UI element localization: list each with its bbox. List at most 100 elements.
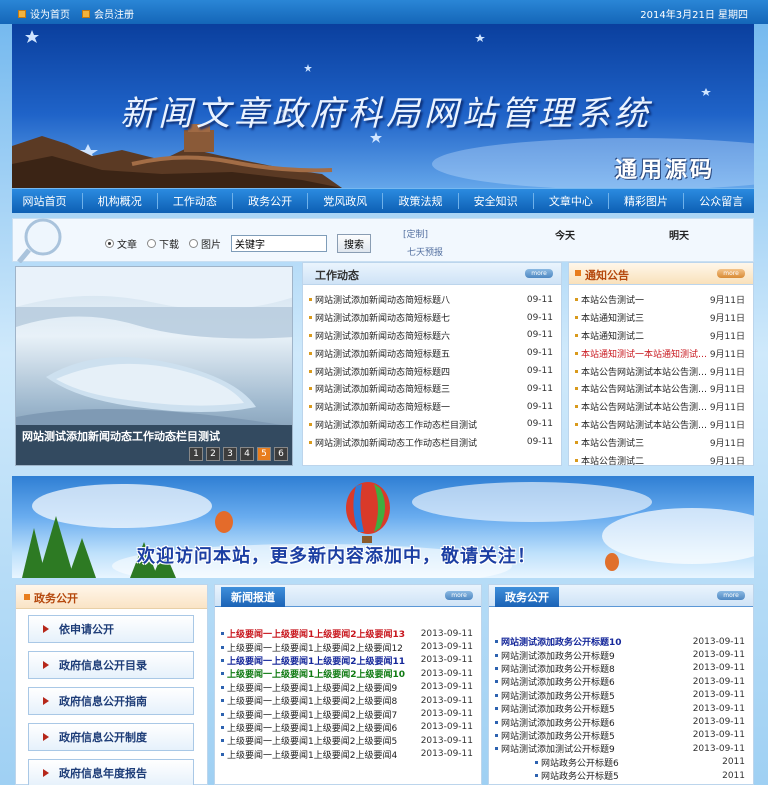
- nav-guestbook[interactable]: 公众留言: [693, 193, 749, 209]
- gov-public-item[interactable]: 网站测试添加测试公开标题9 2013-09-11: [495, 742, 745, 755]
- notice-item[interactable]: 本站通知测试一本站通知测试… 9月11日: [575, 344, 745, 362]
- news-report-item[interactable]: 上级要闻一上级要闻1上级要闻2上级要闻13 2013-09-11: [221, 627, 473, 640]
- slideshow-caption[interactable]: 网站测试添加新闻动态工作动态栏目测试: [22, 428, 220, 444]
- disclosure-catalog-button[interactable]: 政府信息公开目录: [28, 651, 194, 679]
- work-news-item[interactable]: 网站测试添加新闻动态简短标题一 09-11: [309, 398, 553, 416]
- gov-public-item[interactable]: 网站测试添加政务公开标题5 2013-09-11: [495, 702, 745, 715]
- gov-public-item[interactable]: 网站测试添加政务公开标题5 2013-09-11: [495, 689, 745, 702]
- work-news-item-title[interactable]: 网站测试添加新闻动态简短标题一: [309, 400, 450, 413]
- news-report-item-title[interactable]: 上级要闻一上级要闻1上级要闻2上级要闻6: [221, 721, 397, 734]
- gov-public-item-title[interactable]: 网站测试添加政务公开标题9: [495, 649, 615, 662]
- slideshow-page-4[interactable]: 4: [240, 447, 254, 461]
- gov-public-item-title[interactable]: 网站测试添加政务公开标题5: [495, 702, 615, 715]
- news-report-item[interactable]: 上级要闻一上级要闻1上级要闻2上级要闻11 2013-09-11: [221, 654, 473, 667]
- nav-party-style[interactable]: 党风政风: [317, 193, 373, 209]
- work-news-item[interactable]: 网站测试添加新闻动态工作动态栏目测试 09-11: [309, 416, 553, 434]
- notice-item-title[interactable]: 本站通知测试二: [575, 329, 644, 342]
- gov-public-item-title[interactable]: 网站政务公开标题6: [495, 756, 619, 769]
- notice-item-title[interactable]: 本站公告网站测试本站公告测…: [575, 365, 706, 378]
- nav-work-news[interactable]: 工作动态: [167, 193, 223, 209]
- gov-public-item-title[interactable]: 网站测试添加政务公开标题5: [495, 729, 615, 742]
- notice-item-title[interactable]: 本站公告测试一: [575, 293, 644, 306]
- gov-public-item[interactable]: 网站测试添加政务公开标题10 2013-09-11: [495, 635, 745, 648]
- notice-item[interactable]: 本站公告网站测试本站公告测… 9月11日: [575, 362, 745, 380]
- news-report-item[interactable]: 上级要闻一上级要闻1上级要闻2上级要闻5 2013-09-11: [221, 734, 473, 747]
- slideshow-page-2[interactable]: 2: [206, 447, 220, 461]
- work-news-item-title[interactable]: 网站测试添加新闻动态简短标题四: [309, 365, 450, 378]
- notice-item[interactable]: 本站公告测试三 9月11日: [575, 433, 745, 451]
- work-news-item-title[interactable]: 网站测试添加新闻动态简短标题三: [309, 382, 450, 395]
- work-news-item[interactable]: 网站测试添加新闻动态简短标题三 09-11: [309, 380, 553, 398]
- nav-home[interactable]: 网站首页: [17, 193, 73, 209]
- work-news-item[interactable]: 网站测试添加新闻动态简短标题六 09-11: [309, 327, 553, 345]
- gov-public-item[interactable]: 网站测试添加政务公开标题6 2013-09-11: [495, 715, 745, 729]
- news-slideshow[interactable]: 网站测试添加新闻动态工作动态栏目测试 1 2 3 4 5 6: [15, 266, 293, 466]
- news-report-item-title[interactable]: 上级要闻一上级要闻1上级要闻2上级要闻5: [221, 734, 397, 747]
- gov-public-item-title[interactable]: 网站测试添加政务公开标题6: [495, 716, 615, 729]
- work-news-item[interactable]: 网站测试添加新闻动态简短标题八 09-11: [309, 291, 553, 309]
- weather-customize-link[interactable]: [定制]: [403, 227, 428, 240]
- news-report-item[interactable]: 上级要闻一上级要闻1上级要闻2上级要闻10 2013-09-11: [221, 667, 473, 680]
- news-report-item-title[interactable]: 上级要闻一上级要闻1上级要闻2上级要闻8: [221, 694, 397, 707]
- nav-gov-affairs[interactable]: 政务公开: [242, 193, 298, 209]
- work-news-item[interactable]: 网站测试添加新闻动态简短标题五 09-11: [309, 344, 553, 362]
- slideshow-page-3[interactable]: 3: [223, 447, 237, 461]
- gov-public-item-title[interactable]: 网站测试添加政务公开标题6: [495, 675, 615, 688]
- disclosure-policy-button[interactable]: 政府信息公开制度: [28, 723, 194, 751]
- nav-policy[interactable]: 政策法规: [392, 193, 448, 209]
- gov-public-item[interactable]: 网站政务公开标题5 2011: [495, 769, 745, 782]
- news-report-item-title[interactable]: 上级要闻一上级要闻1上级要闻2上级要闻10: [221, 667, 405, 680]
- slideshow-page-1[interactable]: 1: [189, 447, 203, 461]
- disclosure-guide-button[interactable]: 政府信息公开指南: [28, 687, 194, 715]
- search-input[interactable]: [231, 235, 327, 252]
- gov-public-item-title[interactable]: 网站测试添加政务公开标题8: [495, 662, 615, 675]
- search-type-article[interactable]: 文章: [105, 236, 137, 251]
- gov-public-item-title[interactable]: 网站测试添加政务公开标题10: [495, 635, 622, 648]
- news-report-item[interactable]: 上级要闻一上级要闻1上级要闻2上级要闻6 2013-09-11: [221, 721, 473, 734]
- work-news-item-title[interactable]: 网站测试添加新闻动态简短标题五: [309, 347, 450, 360]
- news-report-item-title[interactable]: 上级要闻一上级要闻1上级要闻2上级要闻13: [221, 627, 405, 640]
- tab-news-report[interactable]: 新闻报道: [221, 587, 285, 607]
- work-news-item-title[interactable]: 网站测试添加新闻动态工作动态栏目测试: [309, 436, 477, 449]
- news-report-item-title[interactable]: 上级要闻一上级要闻1上级要闻2上级要闻9: [221, 681, 397, 694]
- work-news-more-button[interactable]: more: [525, 269, 553, 278]
- news-report-item-title[interactable]: 上级要闻一上级要闻1上级要闻2上级要闻7: [221, 708, 397, 721]
- tab-gov-public[interactable]: 政务公开: [495, 587, 559, 607]
- news-report-item-title[interactable]: 上级要闻一上级要闻1上级要闻2上级要闻12: [221, 641, 403, 654]
- notice-item[interactable]: 本站公告网站测试本站公告测… 9月11日: [575, 380, 745, 398]
- gov-public-item[interactable]: 网站测试添加政务公开标题8 2013-09-11: [495, 662, 745, 675]
- notice-item-title[interactable]: 本站公告测试三: [575, 436, 644, 449]
- gov-public-item[interactable]: 网站政务公开标题6 2011: [495, 756, 745, 769]
- work-news-item-title[interactable]: 网站测试添加新闻动态简短标题六: [309, 329, 450, 342]
- notice-item[interactable]: 本站公告测试二 9月11日: [575, 451, 745, 465]
- notice-more-button[interactable]: more: [717, 269, 745, 278]
- news-report-item[interactable]: 上级要闻一上级要闻1上级要闻2上级要闻4 2013-09-11: [221, 748, 473, 761]
- notice-item[interactable]: 本站公告网站测试本站公告测… 9月11日: [575, 398, 745, 416]
- gov-public-more-button[interactable]: more: [717, 591, 745, 600]
- gov-public-item-title[interactable]: 网站测试添加测试公开标题9: [495, 742, 615, 755]
- notice-item-title[interactable]: 本站通知测试三: [575, 311, 644, 324]
- news-report-more-button[interactable]: more: [445, 591, 473, 600]
- news-report-item[interactable]: 上级要闻一上级要闻1上级要闻2上级要闻9 2013-09-11: [221, 681, 473, 694]
- nav-organization[interactable]: 机构概况: [92, 193, 148, 209]
- notice-item[interactable]: 本站公告测试一 9月11日: [575, 291, 745, 309]
- nav-articles[interactable]: 文章中心: [543, 193, 599, 209]
- news-report-item[interactable]: 上级要闻一上级要闻1上级要闻2上级要闻8 2013-09-11: [221, 694, 473, 707]
- news-report-item-title[interactable]: 上级要闻一上级要闻1上级要闻2上级要闻11: [221, 654, 405, 667]
- work-news-item[interactable]: 网站测试添加新闻动态简短标题七 09-11: [309, 309, 553, 327]
- notice-item-title[interactable]: 本站公告测试二: [575, 454, 644, 465]
- work-news-item-title[interactable]: 网站测试添加新闻动态简短标题八: [309, 293, 450, 306]
- work-news-item[interactable]: 网站测试添加新闻动态工作动态栏目测试 09-11: [309, 433, 553, 451]
- notice-item-title[interactable]: 本站公告网站测试本站公告测…: [575, 382, 706, 395]
- search-type-download[interactable]: 下载: [147, 236, 179, 251]
- apply-disclosure-button[interactable]: 依申请公开: [28, 615, 194, 643]
- notice-item-title[interactable]: 本站公告网站测试本站公告测…: [575, 418, 706, 431]
- work-news-item-title[interactable]: 网站测试添加新闻动态简短标题七: [309, 311, 450, 324]
- seven-day-forecast-link[interactable]: 七天预报: [407, 245, 443, 258]
- news-report-item[interactable]: 上级要闻一上级要闻1上级要闻2上级要闻12 2013-09-11: [221, 640, 473, 654]
- work-news-item[interactable]: 网站测试添加新闻动态简短标题四 09-11: [309, 362, 553, 380]
- notice-item-title[interactable]: 本站通知测试一本站通知测试…: [575, 347, 706, 360]
- slideshow-page-5[interactable]: 5: [257, 447, 271, 461]
- nav-pictures[interactable]: 精彩图片: [618, 193, 674, 209]
- gov-public-item[interactable]: 网站测试添加政务公开标题5 2013-09-11: [495, 729, 745, 742]
